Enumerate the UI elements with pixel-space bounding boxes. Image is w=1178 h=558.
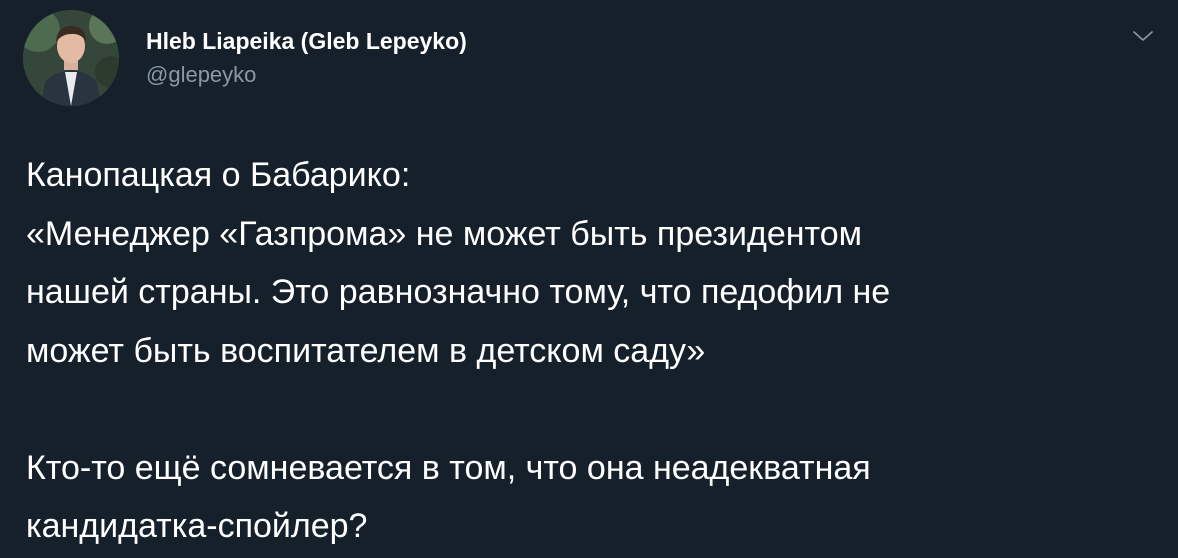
tweet-text-line: Канопацкая о Бабарико: xyxy=(26,156,411,194)
tweet-text-line: кандидатка-спойлер? xyxy=(26,507,368,545)
tweet-text-line: нашей страны. Это равнозначно тому, что … xyxy=(26,273,891,311)
tweet-menu-button[interactable] xyxy=(1130,26,1156,46)
tweet-card: Hleb Liapeika (Gleb Lepeyko) @glepeyko К… xyxy=(0,0,1178,558)
chevron-down-icon xyxy=(1133,31,1153,41)
tweet-text-line: Кто-то ещё сомневается в том, что она не… xyxy=(26,448,871,487)
author-handle[interactable]: @glepeyko xyxy=(146,60,467,90)
author-avatar[interactable] xyxy=(23,10,119,106)
tweet-author: Hleb Liapeika (Gleb Lepeyko) @glepeyko xyxy=(146,26,467,90)
tweet-text: Канопацкая о Бабарико: «Менеджер «Газпро… xyxy=(26,146,1166,556)
tweet-text-line: «Менеджер «Газпрома» не может быть прези… xyxy=(26,214,862,253)
author-display-name[interactable]: Hleb Liapeika (Gleb Lepeyko) xyxy=(146,26,467,56)
user-avatar-icon xyxy=(23,10,119,106)
tweet-text-line: может быть воспитателем в детском саду» xyxy=(26,331,706,370)
